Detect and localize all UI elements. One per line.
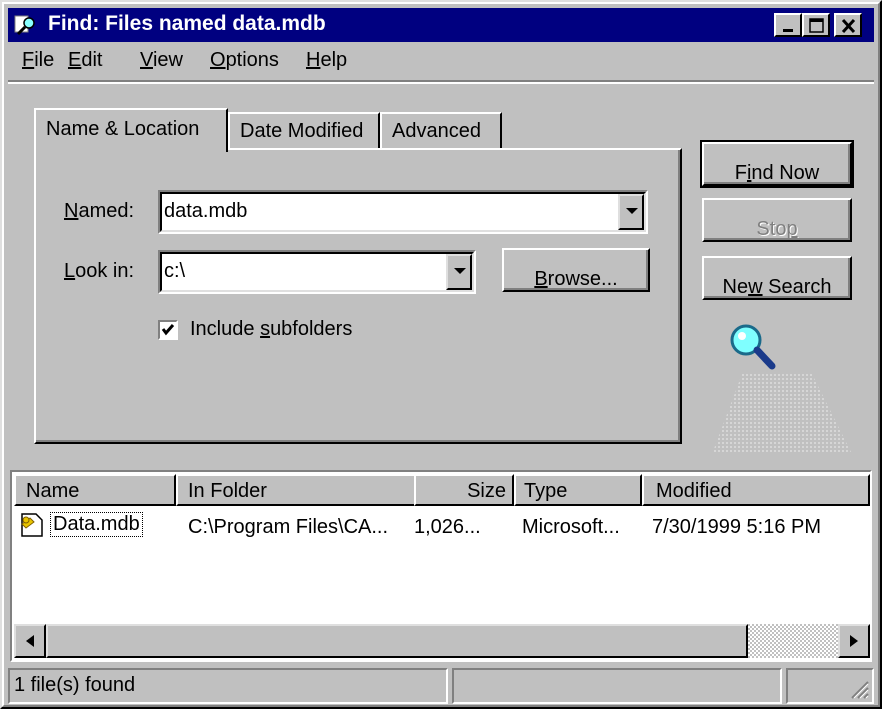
row-type: Microsoft... [522,516,620,538]
scroll-left-button[interactable] [14,624,46,658]
menu-view-accel: V [140,49,153,71]
browse-button-label: Browse... [534,259,617,290]
find-magnifier-icon [14,15,35,36]
stop-label: Stop [756,209,797,240]
tab-name-location[interactable]: Name & Location [34,108,228,152]
stop-button[interactable]: Stop [702,198,852,242]
magnifier-search-icon [712,324,852,454]
menu-help-accel: H [306,49,321,71]
access-database-file-icon [21,513,43,537]
new-search-label: New Search [723,267,832,298]
find-now-label: Find Now [735,153,819,184]
lookin-dropdown-button[interactable] [446,254,472,290]
menu-file-accel: F [22,49,35,71]
lookin-label-text: ook in: [75,260,135,282]
browse-accel: B [534,268,548,290]
close-icon [841,18,856,34]
scroll-track[interactable] [748,624,838,658]
menu-options[interactable]: Options [210,49,279,72]
find-now-button[interactable]: Find Now [700,140,854,188]
status-pane-2 [452,668,782,704]
new-search-button[interactable]: New Search [702,256,852,300]
menu-file[interactable]: File [22,49,54,72]
include-subfolders-accel: s [260,318,271,340]
row-folder: C:\Program Files\CA... [188,516,389,538]
results-list: Name In Folder Size Type Modified Data.m… [10,470,872,662]
lookin-combobox[interactable]: c:\ [158,250,476,294]
checkmark-icon [161,324,175,336]
tab-name-location-label: Name & Location [46,118,200,140]
maximize-button[interactable] [802,13,830,37]
menu-edit-accel: E [68,49,82,71]
named-dropdown-button[interactable] [618,194,644,230]
lookin-combobox-frame [160,252,474,292]
new-search-text: Search [762,276,832,298]
tab-advanced[interactable]: Advanced [380,112,502,150]
include-subfolders-label[interactable]: Include subfolders [190,318,352,341]
menu-edit[interactable]: Edit [68,49,102,72]
stop-accel: p [786,218,798,240]
horizontal-scrollbar[interactable] [14,624,870,658]
scroll-right-button[interactable] [838,624,870,658]
stop-pre: Sto [756,218,787,240]
row-name[interactable]: Data.mdb [50,512,143,537]
browse-text: rowse... [547,268,618,290]
row-size: 1,026... [414,516,481,538]
lookin-label: Look in: [64,260,134,283]
row-modified: 7/30/1999 5:16 PM [652,516,822,538]
lookin-label-accel: L [64,260,76,282]
menu-file-label: ile [34,49,55,71]
window-title: Find: Files named data.mdb [48,12,326,35]
menu-view-label: iew [152,49,183,71]
include-subfolders-pre: Include [190,318,261,340]
status-pane-3 [786,668,874,704]
named-input[interactable]: data.mdb [164,200,247,223]
scroll-right-icon [850,635,858,647]
include-subfolders-checkbox[interactable] [158,320,178,340]
status-text: 1 file(s) found [14,674,136,696]
menu-bar: File Edit View Options Help [8,46,874,78]
minimize-icon [783,29,793,32]
maximize-icon [809,18,824,33]
menu-options-label: ptions [225,49,279,71]
tab-date-modified-label: Date Modified [240,120,364,142]
scroll-thumb[interactable] [46,624,748,658]
lookin-input[interactable]: c:\ [164,260,185,283]
named-combobox[interactable]: data.mdb [158,190,648,234]
new-search-accel: w [748,276,763,298]
browse-button[interactable]: Browse... [502,248,650,292]
scroll-left-icon [26,635,34,647]
find-window: Find: Files named data.mdb File Edit Vie… [0,0,882,709]
minimize-button[interactable] [774,13,802,37]
table-row[interactable]: Data.mdb C:\Program Files\CA... 1,026...… [12,472,870,552]
named-label-text: amed: [78,200,135,222]
new-search-pre: Ne [722,276,749,298]
resize-grip-icon[interactable] [846,676,870,700]
menu-edit-label: dit [81,49,103,71]
include-subfolders-text: ubfolders [270,318,353,340]
tab-advanced-label: Advanced [392,120,481,142]
find-now-text: nd Now [751,162,820,184]
title-bar[interactable]: Find: Files named data.mdb [8,8,874,42]
tab-date-modified[interactable]: Date Modified [228,112,380,150]
menu-help[interactable]: Help [306,49,347,72]
menu-options-accel: O [210,49,226,71]
named-label-accel: N [64,200,79,222]
menu-divider [8,80,874,84]
named-label: Named: [64,200,134,223]
tab-panel: Named: data.mdb Look in: c:\ Browse... I… [34,148,682,444]
menu-view[interactable]: View [140,49,183,72]
menu-help-label: elp [320,49,348,71]
status-pane-main: 1 file(s) found [8,668,448,704]
find-now-pre: F [734,162,747,184]
close-button[interactable] [834,13,862,37]
